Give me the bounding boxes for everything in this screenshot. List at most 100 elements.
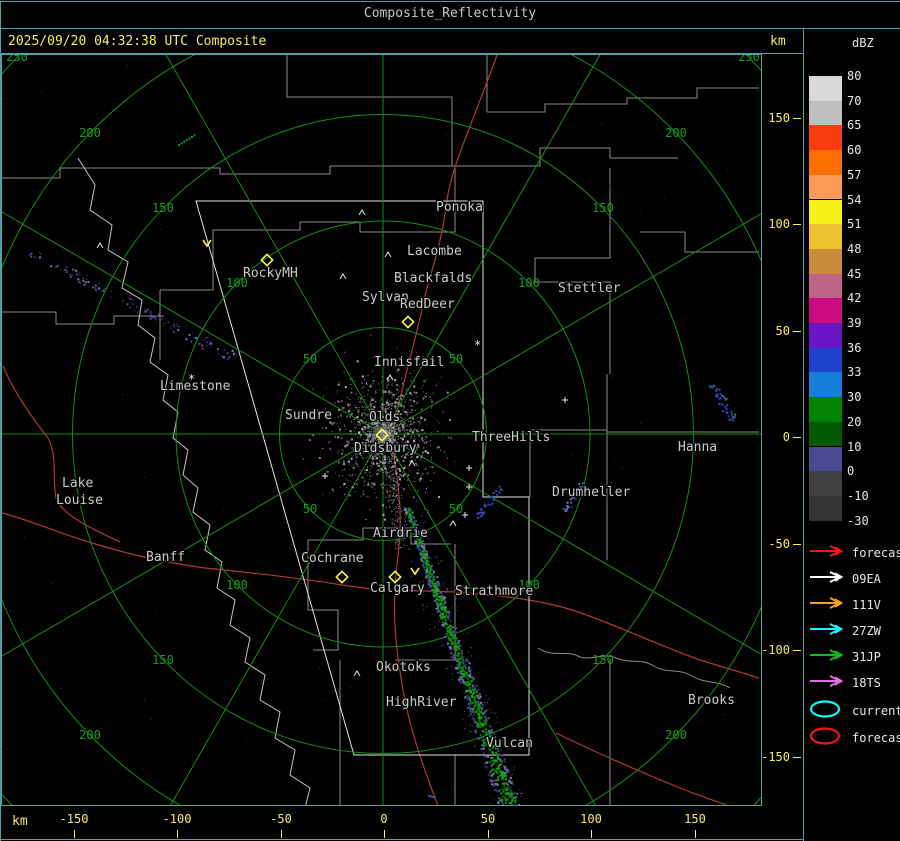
right-axis-unit: km	[770, 34, 786, 49]
bottom-axis-unit: km	[12, 814, 28, 829]
bottom-axis-tick	[384, 830, 385, 838]
storm-track-arrow-icon	[810, 623, 844, 635]
colorbar-value: 70	[847, 93, 862, 108]
station-diamond-marker	[335, 570, 349, 584]
bottom-axis-label: -150	[59, 812, 89, 826]
storm-track-arrow-icon	[810, 571, 844, 583]
colorscale-unit: dBZ	[852, 36, 874, 50]
azimuth-radial	[382, 433, 761, 655]
bottom-axis-label: -100	[162, 812, 192, 826]
city-label: Lacombe	[407, 244, 462, 259]
town-caret-marker	[449, 520, 457, 527]
colorbar-value: 30	[847, 390, 862, 405]
colorbar-block	[809, 372, 842, 398]
azimuth-radial	[165, 55, 384, 435]
city-label: Lake	[62, 476, 93, 491]
city-label: Didsbury	[354, 441, 417, 456]
city-label: Airdrie	[373, 526, 428, 541]
right-axis-tick	[793, 650, 801, 651]
station-diamond-marker	[401, 315, 415, 329]
legend-row: 111V	[808, 595, 881, 617]
colorbar-block	[809, 76, 842, 101]
city-label: Ponoka	[436, 200, 483, 215]
right-axis-label: -150	[761, 750, 790, 764]
range-ring-label: 200	[79, 126, 101, 140]
city-label: Stettler	[558, 281, 621, 296]
colorbar-value: 10	[847, 439, 862, 454]
storm-area-ellipse-icon	[809, 700, 841, 718]
range-ring-label: 100	[226, 578, 248, 592]
right-axis-label: 150	[768, 111, 790, 125]
right-axis-tick	[793, 224, 801, 225]
county-boundary	[452, 147, 678, 167]
city-label: Banff	[146, 550, 185, 565]
city-label: Strathmore	[455, 584, 533, 599]
colorbar-value: 20	[847, 414, 862, 429]
range-ring-label: 200	[79, 728, 101, 742]
city-label: Vulcan	[486, 736, 533, 751]
bottom-axis-tick	[695, 830, 696, 838]
colorbar-value: 36	[847, 340, 862, 355]
range-ring-label: 50	[303, 502, 317, 516]
colorbar-block	[809, 125, 842, 151]
storm-track-arrow-icon	[810, 649, 844, 661]
legend-row: 27ZW	[808, 621, 881, 643]
town-cross-marker	[466, 465, 472, 471]
right-axis-tick	[793, 757, 801, 758]
range-ring-label: 150	[592, 653, 614, 667]
colorbar-block	[809, 397, 842, 422]
colorbar-block	[809, 471, 842, 496]
city-label: Hanna	[678, 440, 717, 455]
city-label: Louise	[56, 493, 103, 508]
legend-row: 09EA	[808, 569, 881, 591]
colorbar-value: 0	[847, 464, 855, 479]
bottom-axis-label: 50	[480, 812, 496, 826]
range-ring-label: 50	[449, 502, 463, 516]
colorbar-block	[809, 248, 842, 274]
legend-label: 09EA	[852, 572, 881, 586]
legend-label: 18TS	[852, 676, 881, 690]
county-boundary	[487, 87, 759, 113]
town-caret-marker	[384, 251, 392, 258]
timestamp-text: 2025/09/20 04:32:38 UTC Composite	[8, 34, 267, 49]
range-ring-label: 150	[152, 201, 174, 215]
colorscale-panel: dBZ 80 70 65 60 57 54 51 48 45 42 39 36 33 30 20 10 0 -10…	[804, 30, 900, 841]
right-axis-label: -100	[761, 643, 790, 657]
right-axis-tick	[793, 437, 801, 438]
city-label: Limestone	[160, 379, 231, 394]
titlebar-divider	[0, 28, 900, 29]
radar-map[interactable]: 50 50 50 50 100 100 100 100 150 150 150 150 200 200 20…	[1, 54, 762, 806]
county-boundary	[2, 55, 453, 179]
storm-track-arrow-icon	[810, 675, 844, 687]
range-ring-label: 50	[449, 352, 463, 366]
legend-label: forecast	[852, 731, 900, 745]
range-ring-label: 250	[738, 55, 760, 64]
colorbar-value: 54	[847, 192, 862, 207]
colorbar-value: 45	[847, 266, 862, 281]
town-cross-marker	[322, 473, 328, 479]
range-ring-label: 250	[738, 804, 760, 805]
city-label: Blackfalds	[394, 271, 472, 286]
colorbar-value: 57	[847, 167, 862, 182]
bottom-axis-label: 100	[580, 812, 602, 826]
county-boundary	[534, 258, 611, 374]
colorbar-value: -30	[847, 513, 869, 528]
legend-row: forecast	[808, 543, 900, 565]
town-caret-marker	[353, 670, 361, 677]
colorbar-block	[809, 421, 842, 447]
county-boundary	[537, 647, 731, 689]
town-star-marker: *	[474, 338, 481, 352]
colorbar-value: -10	[847, 488, 869, 503]
colorbar-block	[809, 446, 842, 472]
city-label: RedDeer	[400, 297, 455, 312]
colorbar-value: 80	[847, 69, 862, 83]
town-star-marker: *	[188, 372, 195, 386]
colorbar-value: 39	[847, 316, 862, 330]
storm-vector-marker	[410, 567, 420, 576]
bottom-axis-label: -50	[270, 812, 292, 826]
city-label: Cochrane	[301, 551, 364, 566]
range-ring-label: 100	[518, 276, 540, 290]
colorbar-block	[809, 323, 842, 348]
range-ring-label: 150	[152, 653, 174, 667]
town-caret-marker	[96, 242, 104, 249]
